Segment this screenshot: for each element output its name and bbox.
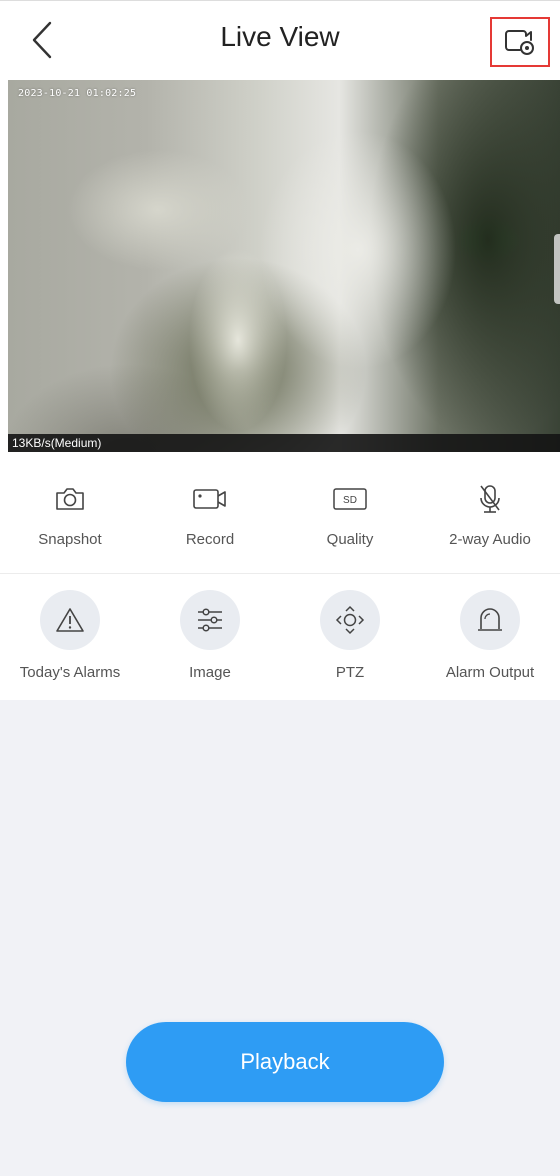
alarm-siren-icon (478, 608, 502, 631)
control-toolbar: Snapshot Record SD Quality 2-way Audio (0, 452, 560, 574)
warning-icon (56, 608, 84, 632)
sliders-icon (198, 608, 222, 632)
video-bitrate-label: 13KB/s(Medium) (8, 434, 560, 452)
todays-alarms-circle (40, 590, 100, 650)
record-button[interactable]: Record (140, 452, 280, 573)
ptz-label: PTZ (335, 664, 365, 681)
quality-button[interactable]: SD Quality (280, 452, 420, 573)
todays-alarms-button[interactable]: Today's Alarms (0, 574, 140, 700)
ptz-direction-icon (335, 605, 365, 635)
record-label: Record (185, 531, 235, 548)
alarm-output-circle (460, 590, 520, 650)
page-title: Live View (220, 21, 340, 52)
ptz-circle (320, 590, 380, 650)
video-record-icon (193, 489, 226, 509)
playback-button[interactable]: Playback (126, 1022, 444, 1102)
svg-text:SD: SD (343, 495, 357, 506)
image-button[interactable]: Image (140, 574, 280, 700)
image-label: Image (189, 664, 231, 681)
function-toolbar: Today's Alarms Image PTZ Alarm Output (0, 574, 560, 700)
live-video-feed[interactable]: 2023-10-21 01:02:25 13KB/s(Medium) (8, 80, 560, 452)
sd-quality-icon: SD (333, 488, 367, 510)
snapshot-label: Snapshot (38, 531, 102, 548)
header-bar: Live View (0, 0, 560, 80)
video-side-handle[interactable] (554, 234, 560, 304)
camera-icon (56, 488, 84, 510)
quality-label: Quality (326, 531, 374, 548)
snapshot-button[interactable]: Snapshot (0, 452, 140, 573)
two-way-audio-button[interactable]: 2-way Audio (420, 452, 560, 573)
todays-alarms-label: Today's Alarms (19, 664, 121, 681)
alarm-output-label: Alarm Output (445, 664, 535, 681)
alarm-output-button[interactable]: Alarm Output (420, 574, 560, 700)
ptz-button[interactable]: PTZ (280, 574, 420, 700)
video-timestamp: 2023-10-21 01:02:25 (18, 88, 137, 99)
camera-settings-button[interactable] (490, 17, 550, 67)
two-way-audio-label: 2-way Audio (449, 531, 531, 548)
camera-settings-icon (505, 30, 534, 55)
image-circle (180, 590, 240, 650)
content-area (0, 700, 560, 1176)
microphone-off-icon (480, 485, 500, 513)
